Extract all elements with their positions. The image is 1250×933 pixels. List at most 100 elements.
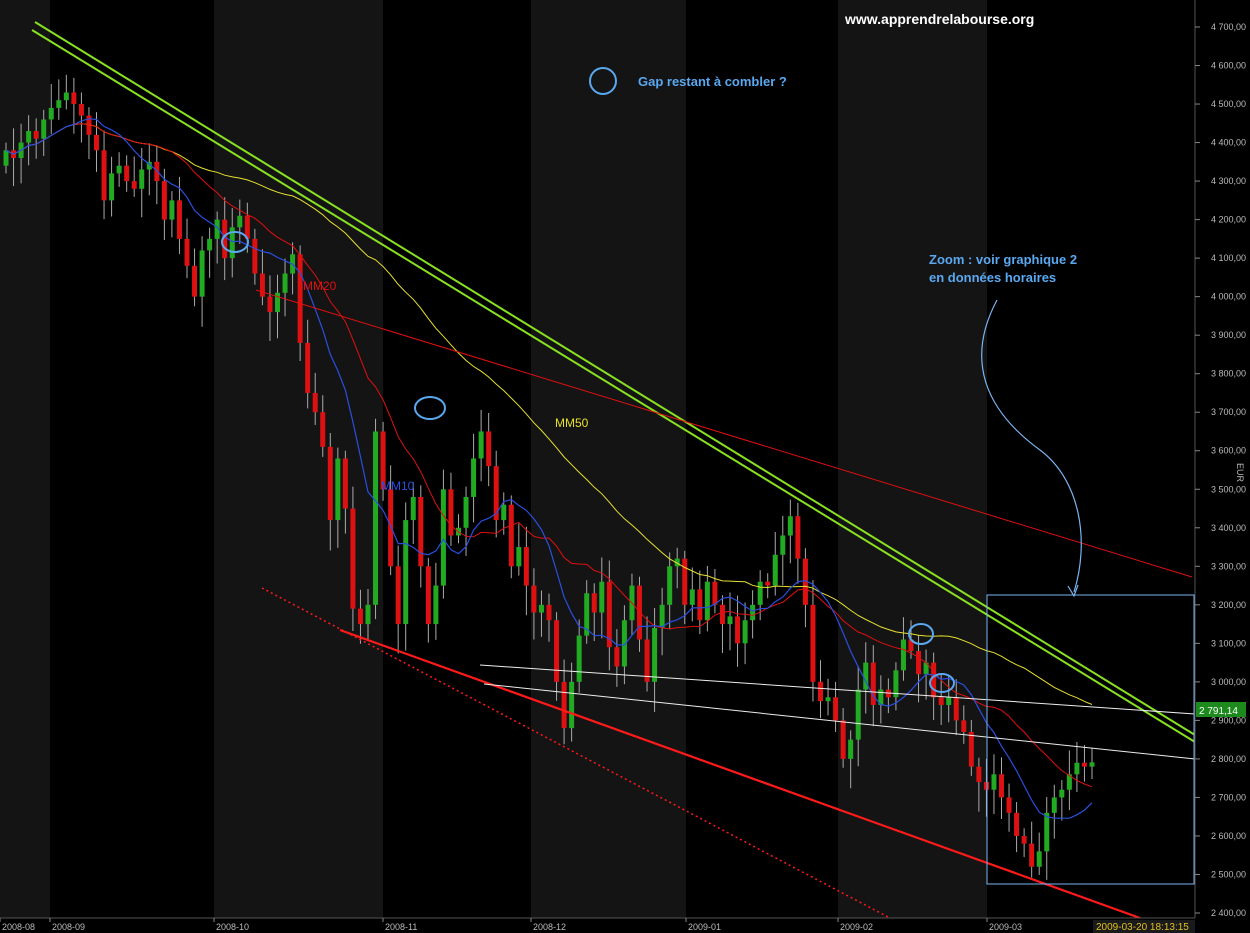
x-tick-label: 2008-08 <box>2 922 35 932</box>
candle-body <box>689 589 695 605</box>
candle-body <box>131 181 137 189</box>
month-band <box>383 0 531 918</box>
candle-body <box>478 431 484 459</box>
candle-body <box>704 581 710 621</box>
candle-body <box>78 104 84 116</box>
candle-body <box>652 627 658 682</box>
candle-body <box>855 689 861 740</box>
y-tick-label: 4 500,00 <box>1211 99 1246 109</box>
y-tick-label: 2 500,00 <box>1211 869 1246 879</box>
candle-body <box>471 458 477 497</box>
candle-body <box>968 731 974 767</box>
candle-body <box>252 238 258 274</box>
candle-body <box>116 165 122 174</box>
candle-body <box>599 581 605 613</box>
candle-body <box>267 296 273 313</box>
candle-body <box>493 466 499 521</box>
candle-body <box>448 489 454 536</box>
month-band <box>50 0 214 918</box>
y-tick-label: 2 400,00 <box>1211 908 1246 918</box>
mm20-label: MM20 <box>303 279 337 293</box>
candle-body <box>48 107 54 120</box>
candle-body <box>199 250 205 297</box>
month-band <box>531 0 686 918</box>
mm50-label: MM50 <box>555 416 589 430</box>
y-tick-label: 3 400,00 <box>1211 523 1246 533</box>
candle-body <box>305 342 311 393</box>
y-tick-label: 3 000,00 <box>1211 677 1246 687</box>
y-tick-label: 2 800,00 <box>1211 754 1246 764</box>
candle-body <box>735 616 741 644</box>
candle-body <box>1006 797 1012 813</box>
candle-body <box>538 604 544 613</box>
month-bands <box>0 0 1195 918</box>
candle-body <box>810 604 816 682</box>
price-chart: 2 400,00 2 500,00 2 600,00 2 700,00 2 800,00… <box>0 0 1250 933</box>
candle-body <box>410 496 416 521</box>
candle-body <box>554 620 560 682</box>
x-tick-label: 2008-12 <box>533 922 566 932</box>
candle-body <box>63 92 69 101</box>
date-axis-background <box>0 918 1250 933</box>
candle-body <box>94 134 99 151</box>
candle-body <box>109 173 115 201</box>
candle-body <box>727 616 733 625</box>
y-tick-label: 3 500,00 <box>1211 484 1246 494</box>
candle-body <box>3 150 9 166</box>
y-tick-label: 3 200,00 <box>1211 600 1246 610</box>
y-tick-label: 3 600,00 <box>1211 446 1246 456</box>
zoom-annotation-line2: en données horaires <box>929 270 1056 285</box>
candle-body <box>418 496 424 567</box>
candle-body <box>56 100 62 108</box>
candle-body <box>916 651 922 675</box>
currency-label: EUR <box>1235 463 1245 483</box>
candle-body <box>33 131 39 139</box>
candle-body <box>297 254 303 343</box>
y-tick-label: 4 300,00 <box>1211 176 1246 186</box>
candle-body <box>576 635 582 682</box>
candle-body <box>365 604 371 625</box>
candle-body <box>712 581 718 605</box>
candle-body <box>403 520 409 625</box>
candle-body <box>41 119 47 139</box>
candle-body <box>1029 843 1035 867</box>
candle-body <box>395 566 401 625</box>
candle-body <box>840 720 846 759</box>
candle-body <box>1044 812 1050 852</box>
candle-body <box>818 681 823 702</box>
candle-body <box>825 697 831 702</box>
candle-body <box>938 697 944 705</box>
timestamp: 2009-03-20 18:13:15 <box>1096 922 1189 933</box>
x-tick-label: 2008-09 <box>52 922 85 932</box>
candle-body <box>742 620 748 644</box>
x-tick-label: 2008-11 <box>385 922 417 932</box>
y-tick-label: 3 700,00 <box>1211 407 1246 417</box>
candle-body <box>719 604 725 625</box>
candle-body <box>1081 762 1087 767</box>
candle-body <box>848 739 854 759</box>
candle-body <box>101 150 107 201</box>
candle-body <box>833 697 839 721</box>
candle-body <box>71 92 77 105</box>
y-tick-label: 3 100,00 <box>1211 638 1246 648</box>
candle-body <box>1036 851 1042 867</box>
candle-body <box>667 566 673 605</box>
candle-body <box>961 720 967 732</box>
candle-body <box>440 489 446 586</box>
candle-body <box>259 273 265 297</box>
candle-body <box>508 504 514 567</box>
candle-body <box>976 766 982 783</box>
candle-body <box>184 238 190 266</box>
y-tick-label: 3 900,00 <box>1211 330 1246 340</box>
month-band <box>214 0 383 918</box>
y-tick-label: 4 700,00 <box>1211 22 1246 32</box>
candle-body <box>320 412 326 447</box>
candle-body <box>237 215 243 228</box>
candle-body <box>161 181 167 220</box>
candle-body <box>501 504 507 521</box>
candle-body <box>1074 762 1080 775</box>
zoom-annotation-line1: Zoom : voir graphique 2 <box>929 252 1077 267</box>
candle-body <box>169 200 175 220</box>
x-tick-label: 2008-10 <box>216 922 249 932</box>
candle-body <box>139 169 145 189</box>
